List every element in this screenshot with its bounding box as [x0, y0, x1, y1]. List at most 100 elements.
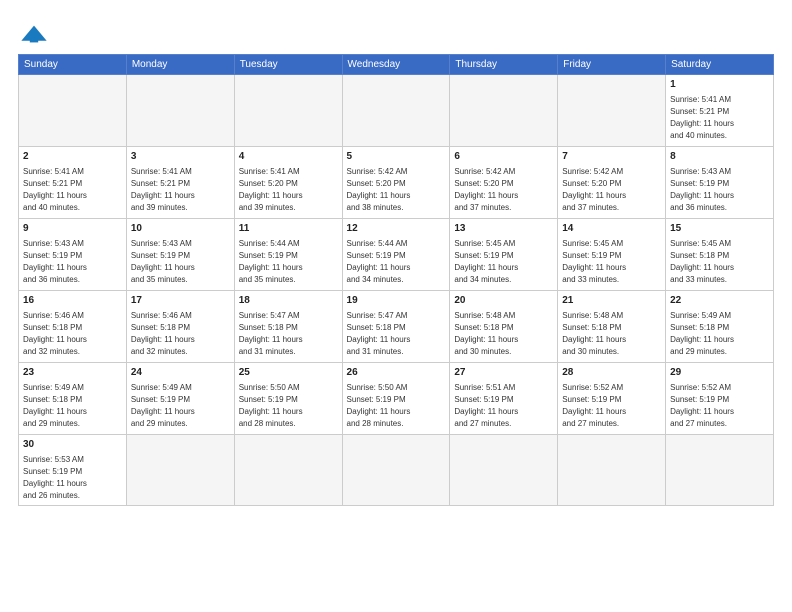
day-number: 12	[347, 222, 446, 237]
day-info: Sunrise: 5:49 AM Sunset: 5:19 PM Dayligh…	[131, 382, 230, 430]
weekday-header-row: SundayMondayTuesdayWednesdayThursdayFrid…	[19, 55, 774, 75]
day-info: Sunrise: 5:43 AM Sunset: 5:19 PM Dayligh…	[23, 238, 122, 286]
day-number: 17	[131, 294, 230, 309]
calendar-cell	[342, 435, 450, 506]
calendar-cell: 13Sunrise: 5:45 AM Sunset: 5:19 PM Dayli…	[450, 219, 558, 291]
calendar-cell: 26Sunrise: 5:50 AM Sunset: 5:19 PM Dayli…	[342, 363, 450, 435]
calendar-week-row: 9Sunrise: 5:43 AM Sunset: 5:19 PM Daylig…	[19, 219, 774, 291]
calendar-cell: 8Sunrise: 5:43 AM Sunset: 5:19 PM Daylig…	[666, 147, 774, 219]
day-info: Sunrise: 5:51 AM Sunset: 5:19 PM Dayligh…	[454, 382, 553, 430]
weekday-header-sunday: Sunday	[19, 55, 127, 75]
day-number: 20	[454, 294, 553, 309]
calendar-cell: 23Sunrise: 5:49 AM Sunset: 5:18 PM Dayli…	[19, 363, 127, 435]
logo-icon	[18, 22, 50, 46]
day-number: 28	[562, 366, 661, 381]
day-number: 30	[23, 438, 122, 453]
calendar-cell	[126, 435, 234, 506]
day-number: 8	[670, 150, 769, 165]
day-info: Sunrise: 5:49 AM Sunset: 5:18 PM Dayligh…	[670, 310, 769, 358]
calendar-cell: 1Sunrise: 5:41 AM Sunset: 5:21 PM Daylig…	[666, 75, 774, 147]
day-number: 21	[562, 294, 661, 309]
weekday-header-saturday: Saturday	[666, 55, 774, 75]
calendar-cell: 29Sunrise: 5:52 AM Sunset: 5:19 PM Dayli…	[666, 363, 774, 435]
day-number: 29	[670, 366, 769, 381]
day-number: 24	[131, 366, 230, 381]
calendar-cell	[19, 75, 127, 147]
day-info: Sunrise: 5:46 AM Sunset: 5:18 PM Dayligh…	[23, 310, 122, 358]
calendar-cell: 28Sunrise: 5:52 AM Sunset: 5:19 PM Dayli…	[558, 363, 666, 435]
weekday-header-friday: Friday	[558, 55, 666, 75]
day-number: 10	[131, 222, 230, 237]
calendar-cell	[450, 75, 558, 147]
day-info: Sunrise: 5:41 AM Sunset: 5:21 PM Dayligh…	[670, 94, 769, 142]
day-info: Sunrise: 5:41 AM Sunset: 5:21 PM Dayligh…	[131, 166, 230, 214]
day-info: Sunrise: 5:43 AM Sunset: 5:19 PM Dayligh…	[670, 166, 769, 214]
day-info: Sunrise: 5:44 AM Sunset: 5:19 PM Dayligh…	[239, 238, 338, 286]
day-number: 7	[562, 150, 661, 165]
day-info: Sunrise: 5:41 AM Sunset: 5:21 PM Dayligh…	[23, 166, 122, 214]
day-info: Sunrise: 5:49 AM Sunset: 5:18 PM Dayligh…	[23, 382, 122, 430]
day-info: Sunrise: 5:45 AM Sunset: 5:18 PM Dayligh…	[670, 238, 769, 286]
day-info: Sunrise: 5:45 AM Sunset: 5:19 PM Dayligh…	[562, 238, 661, 286]
day-number: 4	[239, 150, 338, 165]
day-info: Sunrise: 5:52 AM Sunset: 5:19 PM Dayligh…	[562, 382, 661, 430]
day-number: 11	[239, 222, 338, 237]
calendar-cell: 10Sunrise: 5:43 AM Sunset: 5:19 PM Dayli…	[126, 219, 234, 291]
weekday-header-thursday: Thursday	[450, 55, 558, 75]
weekday-header-monday: Monday	[126, 55, 234, 75]
calendar-cell: 2Sunrise: 5:41 AM Sunset: 5:21 PM Daylig…	[19, 147, 127, 219]
day-number: 27	[454, 366, 553, 381]
calendar-cell: 25Sunrise: 5:50 AM Sunset: 5:19 PM Dayli…	[234, 363, 342, 435]
day-info: Sunrise: 5:50 AM Sunset: 5:19 PM Dayligh…	[347, 382, 446, 430]
calendar-week-row: 30Sunrise: 5:53 AM Sunset: 5:19 PM Dayli…	[19, 435, 774, 506]
day-number: 6	[454, 150, 553, 165]
calendar-cell: 17Sunrise: 5:46 AM Sunset: 5:18 PM Dayli…	[126, 291, 234, 363]
calendar-cell: 22Sunrise: 5:49 AM Sunset: 5:18 PM Dayli…	[666, 291, 774, 363]
day-number: 2	[23, 150, 122, 165]
header	[18, 18, 774, 46]
calendar-cell: 19Sunrise: 5:47 AM Sunset: 5:18 PM Dayli…	[342, 291, 450, 363]
day-info: Sunrise: 5:52 AM Sunset: 5:19 PM Dayligh…	[670, 382, 769, 430]
day-number: 25	[239, 366, 338, 381]
day-info: Sunrise: 5:47 AM Sunset: 5:18 PM Dayligh…	[347, 310, 446, 358]
day-info: Sunrise: 5:41 AM Sunset: 5:20 PM Dayligh…	[239, 166, 338, 214]
day-number: 5	[347, 150, 446, 165]
calendar-cell: 20Sunrise: 5:48 AM Sunset: 5:18 PM Dayli…	[450, 291, 558, 363]
day-number: 1	[670, 78, 769, 93]
day-info: Sunrise: 5:48 AM Sunset: 5:18 PM Dayligh…	[454, 310, 553, 358]
calendar-cell	[666, 435, 774, 506]
calendar-cell: 6Sunrise: 5:42 AM Sunset: 5:20 PM Daylig…	[450, 147, 558, 219]
day-info: Sunrise: 5:47 AM Sunset: 5:18 PM Dayligh…	[239, 310, 338, 358]
calendar-cell: 11Sunrise: 5:44 AM Sunset: 5:19 PM Dayli…	[234, 219, 342, 291]
day-info: Sunrise: 5:43 AM Sunset: 5:19 PM Dayligh…	[131, 238, 230, 286]
calendar-cell: 4Sunrise: 5:41 AM Sunset: 5:20 PM Daylig…	[234, 147, 342, 219]
calendar-week-row: 23Sunrise: 5:49 AM Sunset: 5:18 PM Dayli…	[19, 363, 774, 435]
day-number: 19	[347, 294, 446, 309]
logo	[18, 22, 54, 46]
day-number: 23	[23, 366, 122, 381]
day-info: Sunrise: 5:50 AM Sunset: 5:19 PM Dayligh…	[239, 382, 338, 430]
day-number: 14	[562, 222, 661, 237]
calendar-cell: 14Sunrise: 5:45 AM Sunset: 5:19 PM Dayli…	[558, 219, 666, 291]
calendar-cell: 27Sunrise: 5:51 AM Sunset: 5:19 PM Dayli…	[450, 363, 558, 435]
day-number: 15	[670, 222, 769, 237]
calendar-cell: 30Sunrise: 5:53 AM Sunset: 5:19 PM Dayli…	[19, 435, 127, 506]
calendar-cell: 24Sunrise: 5:49 AM Sunset: 5:19 PM Dayli…	[126, 363, 234, 435]
calendar: SundayMondayTuesdayWednesdayThursdayFrid…	[18, 54, 774, 506]
weekday-header-tuesday: Tuesday	[234, 55, 342, 75]
day-info: Sunrise: 5:48 AM Sunset: 5:18 PM Dayligh…	[562, 310, 661, 358]
calendar-cell: 5Sunrise: 5:42 AM Sunset: 5:20 PM Daylig…	[342, 147, 450, 219]
calendar-cell	[558, 435, 666, 506]
calendar-week-row: 1Sunrise: 5:41 AM Sunset: 5:21 PM Daylig…	[19, 75, 774, 147]
day-number: 18	[239, 294, 338, 309]
day-number: 3	[131, 150, 230, 165]
calendar-cell: 3Sunrise: 5:41 AM Sunset: 5:21 PM Daylig…	[126, 147, 234, 219]
day-number: 9	[23, 222, 122, 237]
day-number: 26	[347, 366, 446, 381]
calendar-cell: 15Sunrise: 5:45 AM Sunset: 5:18 PM Dayli…	[666, 219, 774, 291]
day-info: Sunrise: 5:44 AM Sunset: 5:19 PM Dayligh…	[347, 238, 446, 286]
calendar-cell: 16Sunrise: 5:46 AM Sunset: 5:18 PM Dayli…	[19, 291, 127, 363]
calendar-cell	[234, 75, 342, 147]
day-number: 13	[454, 222, 553, 237]
day-number: 22	[670, 294, 769, 309]
